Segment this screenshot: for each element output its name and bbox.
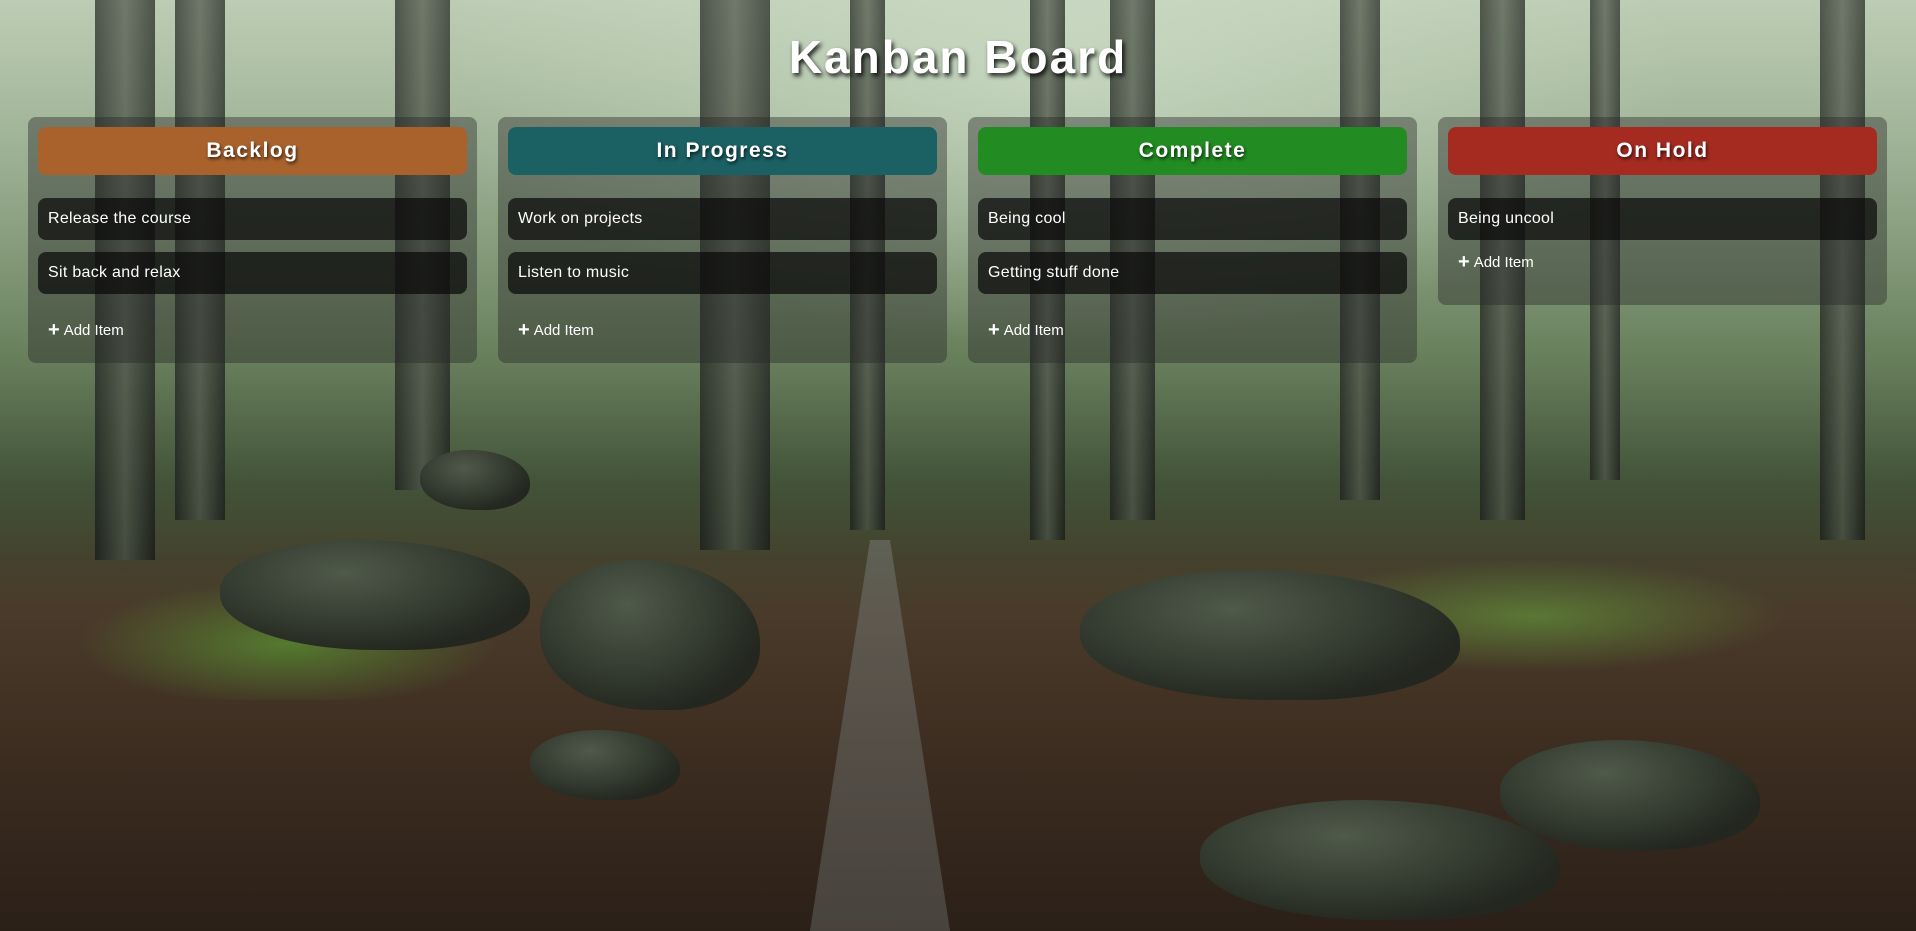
- plus-icon: +: [518, 319, 530, 341]
- item-list: Work on projects Listen to music: [508, 198, 937, 294]
- plus-icon: +: [988, 319, 1000, 341]
- item-list: Release the course Sit back and relax: [38, 198, 467, 294]
- list-item[interactable]: Being uncool: [1448, 198, 1877, 240]
- add-item-button-in-progress[interactable]: + Add Item: [508, 320, 937, 340]
- column-complete: Complete Being cool Getting stuff done +…: [968, 117, 1417, 363]
- plus-icon: +: [1458, 251, 1470, 273]
- column-header-in-progress: In Progress: [508, 127, 937, 175]
- list-item[interactable]: Release the course: [38, 198, 467, 240]
- add-item-label: Add Item: [63, 321, 124, 339]
- list-item[interactable]: Work on projects: [508, 198, 937, 240]
- item-list: Being cool Getting stuff done: [978, 198, 1407, 294]
- add-item-label: Add Item: [1473, 253, 1534, 271]
- add-item-label: Add Item: [1003, 321, 1064, 339]
- column-on-hold: On Hold Being uncool + Add Item: [1438, 117, 1887, 305]
- column-in-progress: In Progress Work on projects Listen to m…: [498, 117, 947, 363]
- column-backlog: Backlog Release the course Sit back and …: [28, 117, 477, 363]
- column-header-backlog: Backlog: [38, 127, 467, 175]
- add-item-button-backlog[interactable]: + Add Item: [38, 320, 467, 340]
- plus-icon: +: [48, 319, 60, 341]
- list-item[interactable]: Getting stuff done: [978, 252, 1407, 294]
- list-item[interactable]: Being cool: [978, 198, 1407, 240]
- column-header-on-hold: On Hold: [1448, 127, 1877, 175]
- page-title: Kanban Board: [788, 31, 1128, 83]
- add-item-label: Add Item: [533, 321, 594, 339]
- item-list: Being uncool: [1448, 198, 1877, 240]
- column-header-complete: Complete: [978, 127, 1407, 175]
- add-item-button-complete[interactable]: + Add Item: [978, 320, 1407, 340]
- list-item[interactable]: Sit back and relax: [38, 252, 467, 294]
- list-item[interactable]: Listen to music: [508, 252, 937, 294]
- add-item-button-on-hold[interactable]: + Add Item: [1448, 252, 1877, 272]
